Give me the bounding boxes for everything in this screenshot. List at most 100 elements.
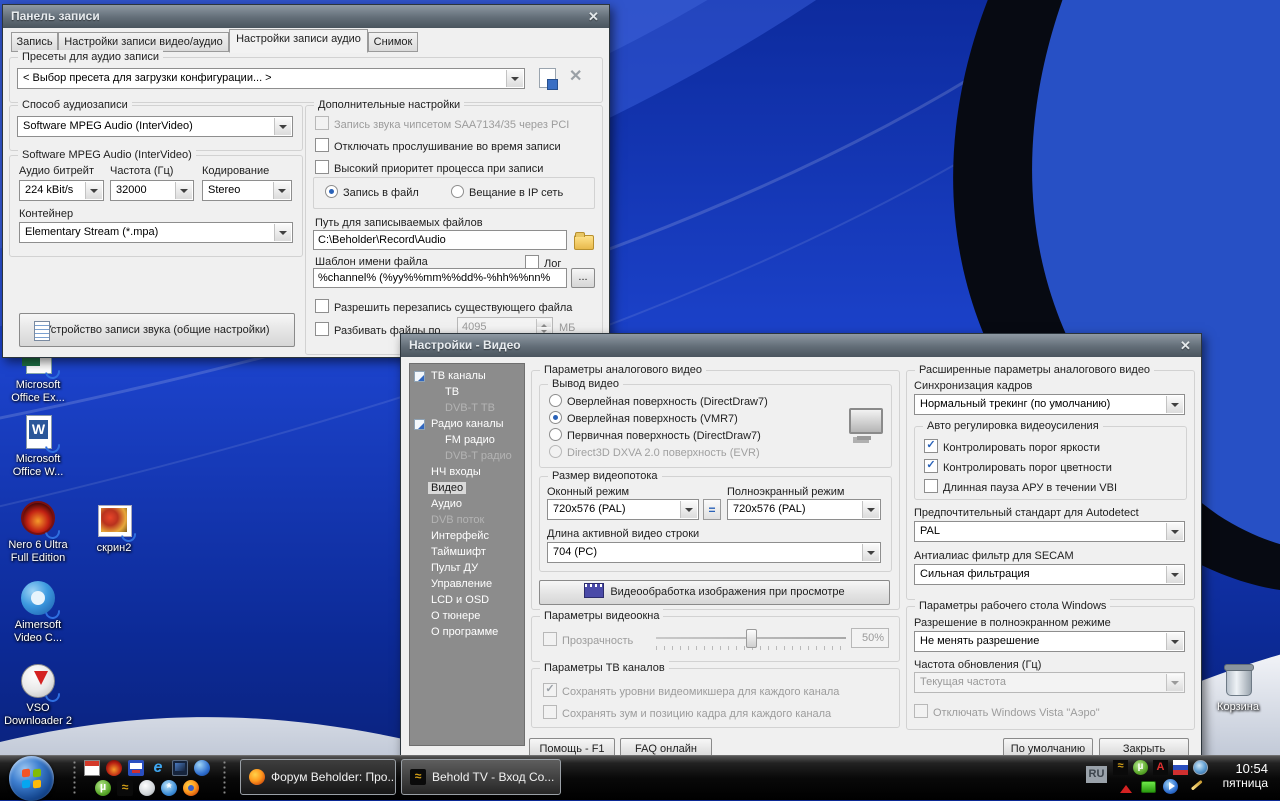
group-label: Авто регулировка видеоусиления [923,419,1103,433]
frame-sync-combo[interactable]: Нормальный трекинг (по умолчанию) [914,394,1185,415]
secam-filter-combo[interactable]: Сильная фильтрация [914,564,1185,585]
tab-video-audio-settings[interactable]: Настройки записи видео/аудио [58,32,229,52]
blue-ring-icon[interactable] [1193,760,1208,775]
frequency-combo[interactable]: 32000 [110,180,194,201]
sound-device-button[interactable]: Устройство записи звука (общие настройки… [19,313,295,347]
tree-item-tv-channels[interactable]: ТВ каналы [410,368,524,384]
template-more-button[interactable]: ... [571,268,595,288]
windowed-size-combo[interactable]: 720x576 (PAL) [547,499,699,520]
tab-audio-settings[interactable]: Настройки записи аудио [229,29,368,53]
internet-explorer-icon[interactable]: e [150,760,166,776]
language-indicator[interactable]: RU [1086,766,1107,783]
tree-item-radio-channels[interactable]: Радио каналы [410,416,524,432]
tree-item-tv[interactable]: ТВ [410,384,524,400]
group-label: Дополнительные настройки [314,98,464,112]
record-to-file-radio[interactable]: Запись в файл [325,185,419,200]
tree-item-fm-radio[interactable]: FM радио [410,432,524,448]
save-preset-icon[interactable] [539,68,556,88]
recording-panel-titlebar[interactable]: Панель записи ✕ [3,5,609,28]
tree-item-audio[interactable]: Аудио [410,496,524,512]
record-path-input[interactable]: C:\Beholder\Record\Audio [313,230,567,250]
behold-tv-icon: ≈ [410,769,426,785]
fullscreen-size-combo[interactable]: 720x576 (PAL) [727,499,881,520]
globe-icon[interactable] [194,760,210,776]
close-icon[interactable]: ✕ [585,8,602,25]
close-icon[interactable]: ✕ [1177,337,1194,354]
tree-item-interface[interactable]: Интерфейс [410,528,524,544]
tree-item-dvbt-tv: DVB-T ТВ [410,400,524,416]
behold-tv-tray-icon[interactable]: ≈ [1113,760,1128,775]
overwrite-checkbox[interactable]: Разрешить перезапись существующего файла [315,299,572,315]
media-player-icon[interactable] [1163,779,1178,794]
behold-tv-icon[interactable]: ≈ [117,780,133,796]
punto-switcher-icon[interactable]: A [1153,760,1168,775]
tree-item-about-program[interactable]: О программе [410,624,524,640]
monitor-icon [849,408,883,434]
media-file-icon[interactable] [84,760,100,776]
bitrate-combo[interactable]: 224 kBit/s [19,180,104,201]
preset-combo[interactable]: < Выбор пресета для загрузки конфигураци… [17,68,525,89]
mute-monitoring-checkbox[interactable]: Отключать прослушивание во время записи [315,138,561,154]
active-line-combo[interactable]: 704 (PC) [547,542,881,563]
tree-item-remote[interactable]: Пульт ДУ [410,560,524,576]
taskbar-button-firefox[interactable]: Форум Beholder: Про... [240,759,396,795]
firefox-icon[interactable] [183,780,199,796]
wand-icon[interactable] [1185,779,1200,794]
floppy-icon[interactable] [128,760,144,776]
tree-item-control[interactable]: Управление [410,576,524,592]
video-processing-button[interactable]: Видеообработка изображения при просмотре [539,580,890,605]
tree-item-about-tuner[interactable]: О тюнере [410,608,524,624]
clock-icon[interactable] [139,780,155,796]
expand-icon[interactable] [414,419,425,430]
delete-preset-icon[interactable]: ✕ [569,69,582,85]
brightness-threshold-checkbox[interactable]: Контролировать порог яркости [924,439,1100,455]
battery-icon[interactable] [1141,781,1156,793]
container-combo[interactable]: Elementary Stream (*.mpa) [19,222,293,243]
tab-snapshot[interactable]: Снимок [368,32,418,52]
tab-record[interactable]: Запись [11,32,58,52]
icon-label: VSO Downloader 2 [0,702,76,728]
primary-dd7-radio[interactable]: Первичная поверхность (DirectDraw7) [549,428,761,443]
utorrent-tray-icon[interactable]: µ [1133,760,1148,775]
taskbar-grip[interactable] [222,760,227,796]
chroma-threshold-checkbox[interactable]: Контролировать порог цветности [924,459,1112,475]
settings-titlebar[interactable]: Настройки - Видео ✕ [401,334,1201,357]
display-icon[interactable] [172,760,188,776]
broadcast-ip-radio[interactable]: Вещание в IP сеть [451,185,563,200]
desktop-icon-recycle-bin[interactable]: Корзина [1200,662,1276,714]
audio-method-combo[interactable]: Software MPEG Audio (InterVideo) [17,116,293,137]
utorrent-icon[interactable]: µ [95,780,111,796]
browse-folder-icon[interactable] [574,235,594,250]
taskbar-button-beholdtv[interactable]: ≈ Behold TV - Вход Со... [401,759,561,795]
high-priority-checkbox[interactable]: Высокий приоритет процесса при записи [315,160,543,176]
tree-item-video[interactable]: Видео [410,480,524,496]
autodetect-standard-combo[interactable]: PAL [914,521,1185,542]
equals-button[interactable]: = [703,499,721,520]
desktop-icon-skrin2[interactable]: скрин2 [76,503,152,555]
tree-item-timeshift[interactable]: Таймшифт [410,544,524,560]
overlay-dd7-radio[interactable]: Оверлейная поверхность (DirectDraw7) [549,394,768,409]
updown-arrow-icon[interactable] [1119,779,1134,794]
refresh-rate-label: Частота обновления (Гц) [914,659,1041,672]
snowflake-icon[interactable]: * [161,780,177,796]
russian-flag-icon[interactable] [1173,760,1188,775]
quicklaunch-grip[interactable] [72,760,77,796]
tree-item-lcd-osd[interactable]: LCD и OSD [410,592,524,608]
fullscreen-resolution-combo[interactable]: Не менять разрешение [914,631,1185,652]
agc-pause-checkbox[interactable]: Длинная пауза АРУ в течении VBI [924,479,1117,495]
desktop-icon-aimersoft[interactable]: Aimersoft Video C... [0,580,76,645]
desktop-icon-word[interactable]: W Microsoft Office W... [0,414,76,479]
taskbar-clock[interactable]: 10:54 пятница [1223,761,1268,791]
coding-combo[interactable]: Stereo [202,180,292,201]
tree-item-lf-inputs[interactable]: НЧ входы [410,464,524,480]
desktop-icon-nero[interactable]: Nero 6 Ultra Full Edition [0,500,76,565]
desktop-icon-vso[interactable]: VSO Downloader 2 [0,663,76,728]
filename-template-input[interactable]: %channel% (%yy%%mm%%dd%-%hh%%nn% [313,268,567,288]
refresh-rate-combo: Текущая частота [914,672,1185,693]
start-button[interactable] [9,756,54,801]
overlay-vmr7-radio[interactable]: Оверлейная поверхность (VMR7) [549,411,738,426]
film-icon [584,583,604,598]
expand-icon[interactable] [414,371,425,382]
nero-icon[interactable] [106,760,122,776]
device-settings-icon [34,321,50,341]
